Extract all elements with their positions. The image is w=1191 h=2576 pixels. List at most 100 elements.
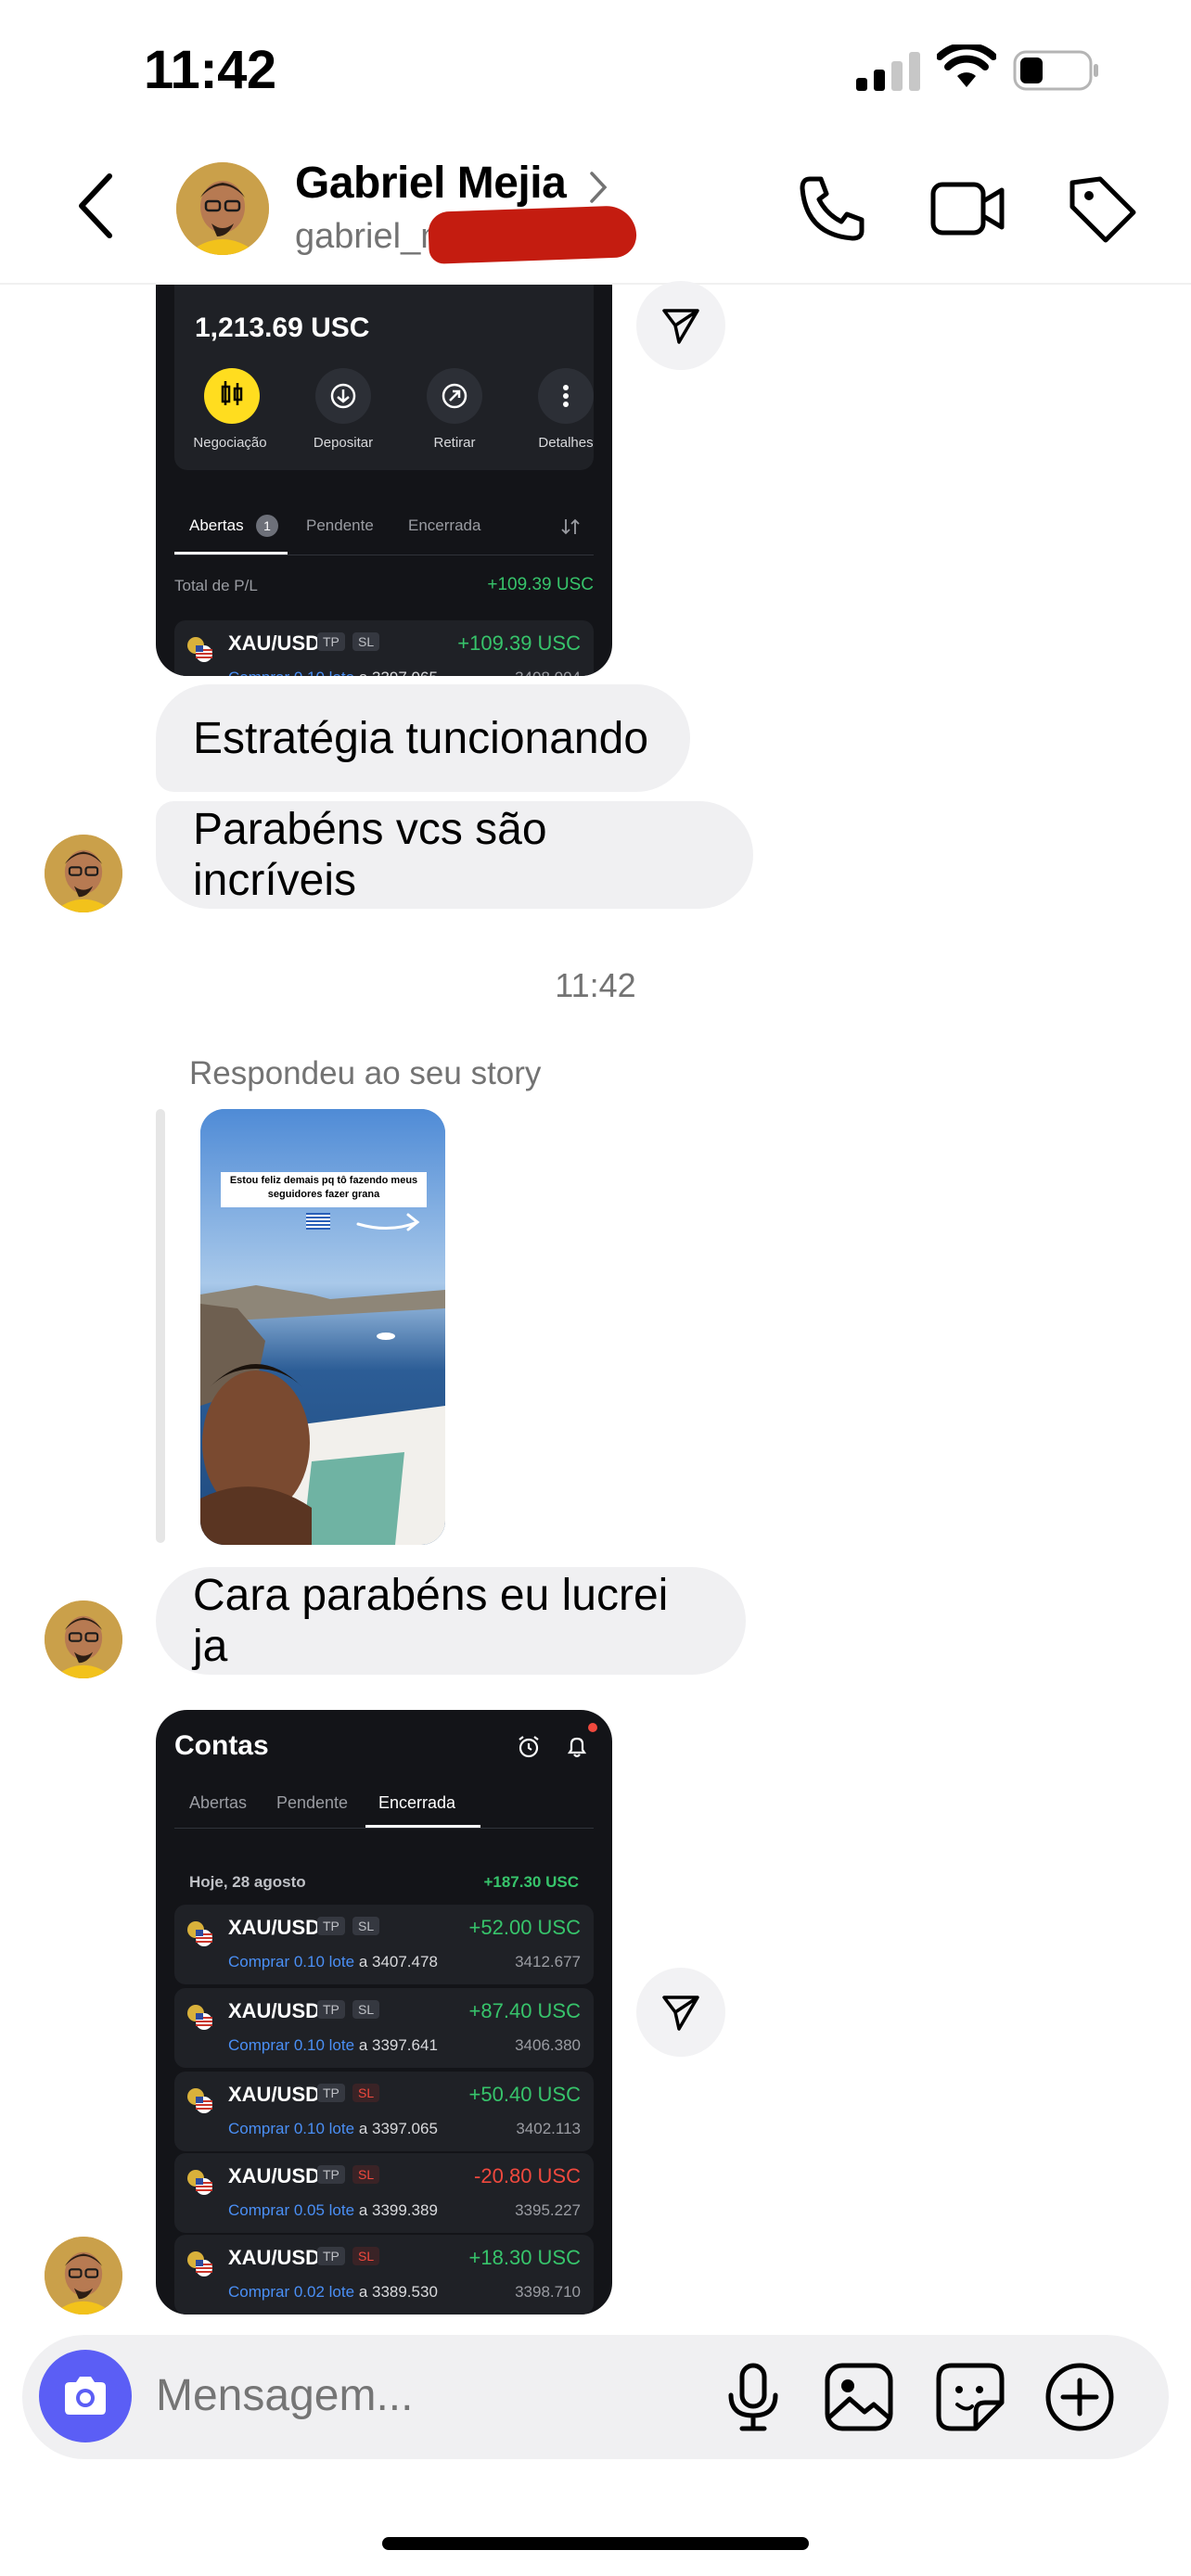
wifi-icon: [937, 45, 996, 87]
alarm-icon: [519, 1736, 539, 1758]
symbol: XAU/USD: [228, 2246, 321, 2269]
trade-icon: [204, 368, 260, 424]
gold-usd-flag-icon: [187, 2088, 212, 2113]
gold-usd-flag-icon: [187, 2170, 212, 2195]
battery-icon: [1013, 50, 1098, 91]
share-button[interactable]: [636, 1968, 725, 2057]
buy-price: a 3389.530: [358, 2283, 438, 2301]
symbol: XAU/USD: [228, 1916, 321, 1939]
story-thumbnail[interactable]: Estou feliz demais pq tô fazendo meus se…: [200, 1109, 445, 1545]
mic-icon[interactable]: [714, 2358, 792, 2436]
date-label: Hoje, 28 agosto: [189, 1873, 306, 1891]
more-icon: [538, 368, 594, 424]
tab-open: Abertas: [189, 1793, 248, 1812]
contact-username: gabriel_m: [295, 217, 450, 256]
symbol: XAU/USD: [228, 1999, 321, 2022]
withdraw-icon: [427, 368, 482, 424]
tab-pending: Pendente: [306, 516, 374, 534]
balance-value: 1,213.69 USC: [195, 312, 370, 343]
trading-screenshot-1[interactable]: 1,213.69 USC Negociação Depositar Retira…: [156, 285, 612, 676]
gold-usd-flag-icon: [187, 637, 212, 662]
position-row: XAU/USD TP SL +109.39 USC Comprar 0.10 l…: [174, 620, 594, 676]
tp-tag: TP: [317, 2165, 345, 2184]
buy-price: a 3407.478: [358, 1953, 438, 1970]
sl-tag: SL: [352, 2000, 380, 2019]
message-bubble[interactable]: Parabéns vcs são incríveis: [156, 801, 753, 909]
plus-icon[interactable]: [1041, 2358, 1119, 2436]
tag-icon[interactable]: [1063, 170, 1141, 248]
video-icon[interactable]: [929, 170, 1007, 248]
current-price: 3408.004: [515, 669, 581, 676]
gold-usd-flag-icon: [187, 2251, 212, 2276]
message-text: Cara parabéns eu lucrei ja: [193, 1571, 669, 1671]
share-button[interactable]: [636, 281, 725, 370]
cellular-signal-icon: [856, 52, 920, 91]
symbol: XAU/USD: [228, 2164, 321, 2187]
tp-tag: TP: [317, 2084, 345, 2102]
bell-icon: [567, 1737, 587, 1758]
home-indicator[interactable]: [382, 2537, 809, 2550]
message-bubble[interactable]: Cara parabéns eu lucrei ja: [156, 1567, 746, 1675]
close-price: 3398.710: [515, 2283, 581, 2301]
buy-lot: Comprar 0.05 lote: [228, 2201, 355, 2219]
sl-tag: SL: [352, 2165, 380, 2184]
header-avatar[interactable]: [176, 162, 269, 255]
message-bubble[interactable]: Estratégia tuncionando: [156, 684, 690, 792]
reply-indicator: [156, 1109, 165, 1543]
notification-dot: [588, 1723, 597, 1732]
message-text: Parabéns vcs são incríveis: [193, 805, 547, 905]
date-total: +187.30 USC: [483, 1873, 579, 1891]
sticker-icon[interactable]: [931, 2358, 1009, 2436]
sl-tag: SL: [352, 1917, 380, 1935]
sort-icon: [561, 518, 580, 535]
contact-name[interactable]: Gabriel Mejia: [295, 158, 567, 209]
buy-price: a 3397.641: [358, 2036, 438, 2054]
symbol: XAU/USD: [228, 2083, 321, 2106]
gold-usd-flag-icon: [187, 2005, 212, 2030]
buy-lot: Comprar 0.10 lote: [228, 2036, 355, 2054]
buy-lot: Comprar 0.10 lote: [228, 669, 354, 676]
trade-pl: +52.00 USC: [468, 1916, 581, 1939]
camera-icon: [65, 2377, 106, 2415]
greece-flag-icon: [306, 1213, 330, 1230]
close-price: 3402.113: [516, 2120, 581, 2137]
sender-avatar[interactable]: [45, 835, 122, 912]
close-price: 3406.380: [515, 2036, 581, 2054]
symbol: XAU/USD: [228, 631, 321, 655]
sl-tag: SL: [352, 632, 380, 651]
tp-tag: TP: [317, 2000, 345, 2019]
deposit-icon: [315, 368, 371, 424]
trade-pl: +50.40 USC: [468, 2083, 581, 2106]
trade-row: XAU/USD TP SL +18.30 USC Comprar 0.02 lo…: [174, 2235, 594, 2315]
trade-row: XAU/USD TP SL -20.80 USC Comprar 0.05 lo…: [174, 2153, 594, 2233]
close-price: 3412.677: [515, 1953, 581, 1970]
send-icon: [662, 309, 699, 344]
message-input[interactable]: [156, 2370, 675, 2421]
back-icon[interactable]: [72, 169, 121, 243]
gallery-icon[interactable]: [820, 2358, 898, 2436]
tp-tag: TP: [317, 1917, 345, 1935]
trade-row: XAU/USD TP SL +87.40 USC Comprar 0.10 lo…: [174, 1988, 594, 2068]
buy-price: a 3399.389: [358, 2201, 438, 2219]
action-label: Negociação: [193, 435, 267, 451]
trade-pl: -20.80 USC: [474, 2164, 581, 2187]
phone-icon[interactable]: [793, 170, 871, 248]
trade-pl: +87.40 USC: [468, 1999, 581, 2022]
position-pl: +109.39 USC: [457, 631, 581, 655]
message-text: Estratégia tuncionando: [193, 713, 649, 763]
sender-avatar[interactable]: [45, 2237, 122, 2315]
tab-open: Abertas: [189, 516, 244, 534]
camera-button[interactable]: [39, 2350, 132, 2442]
trade-row: XAU/USD TP SL +50.40 USC Comprar 0.10 lo…: [174, 2072, 594, 2151]
story-reply-label: Respondeu ao seu story: [189, 1055, 542, 1091]
trading-screenshot-2[interactable]: Contas Abertas Pendente Encerrada Hoje, …: [156, 1710, 612, 2315]
tab-closed: Encerrada: [378, 1793, 456, 1812]
arrow-icon: [356, 1213, 420, 1231]
sender-avatar[interactable]: [45, 1600, 122, 1678]
action-label: Retirar: [433, 435, 476, 451]
tp-tag: TP: [317, 632, 345, 651]
total-pl-label: Total de P/L: [174, 577, 258, 594]
chevron-right-icon[interactable]: [588, 170, 608, 205]
story-caption: Estou feliz demais pq tô fazendo meus se…: [229, 1175, 418, 1200]
tab-closed: Encerrada: [408, 516, 481, 534]
